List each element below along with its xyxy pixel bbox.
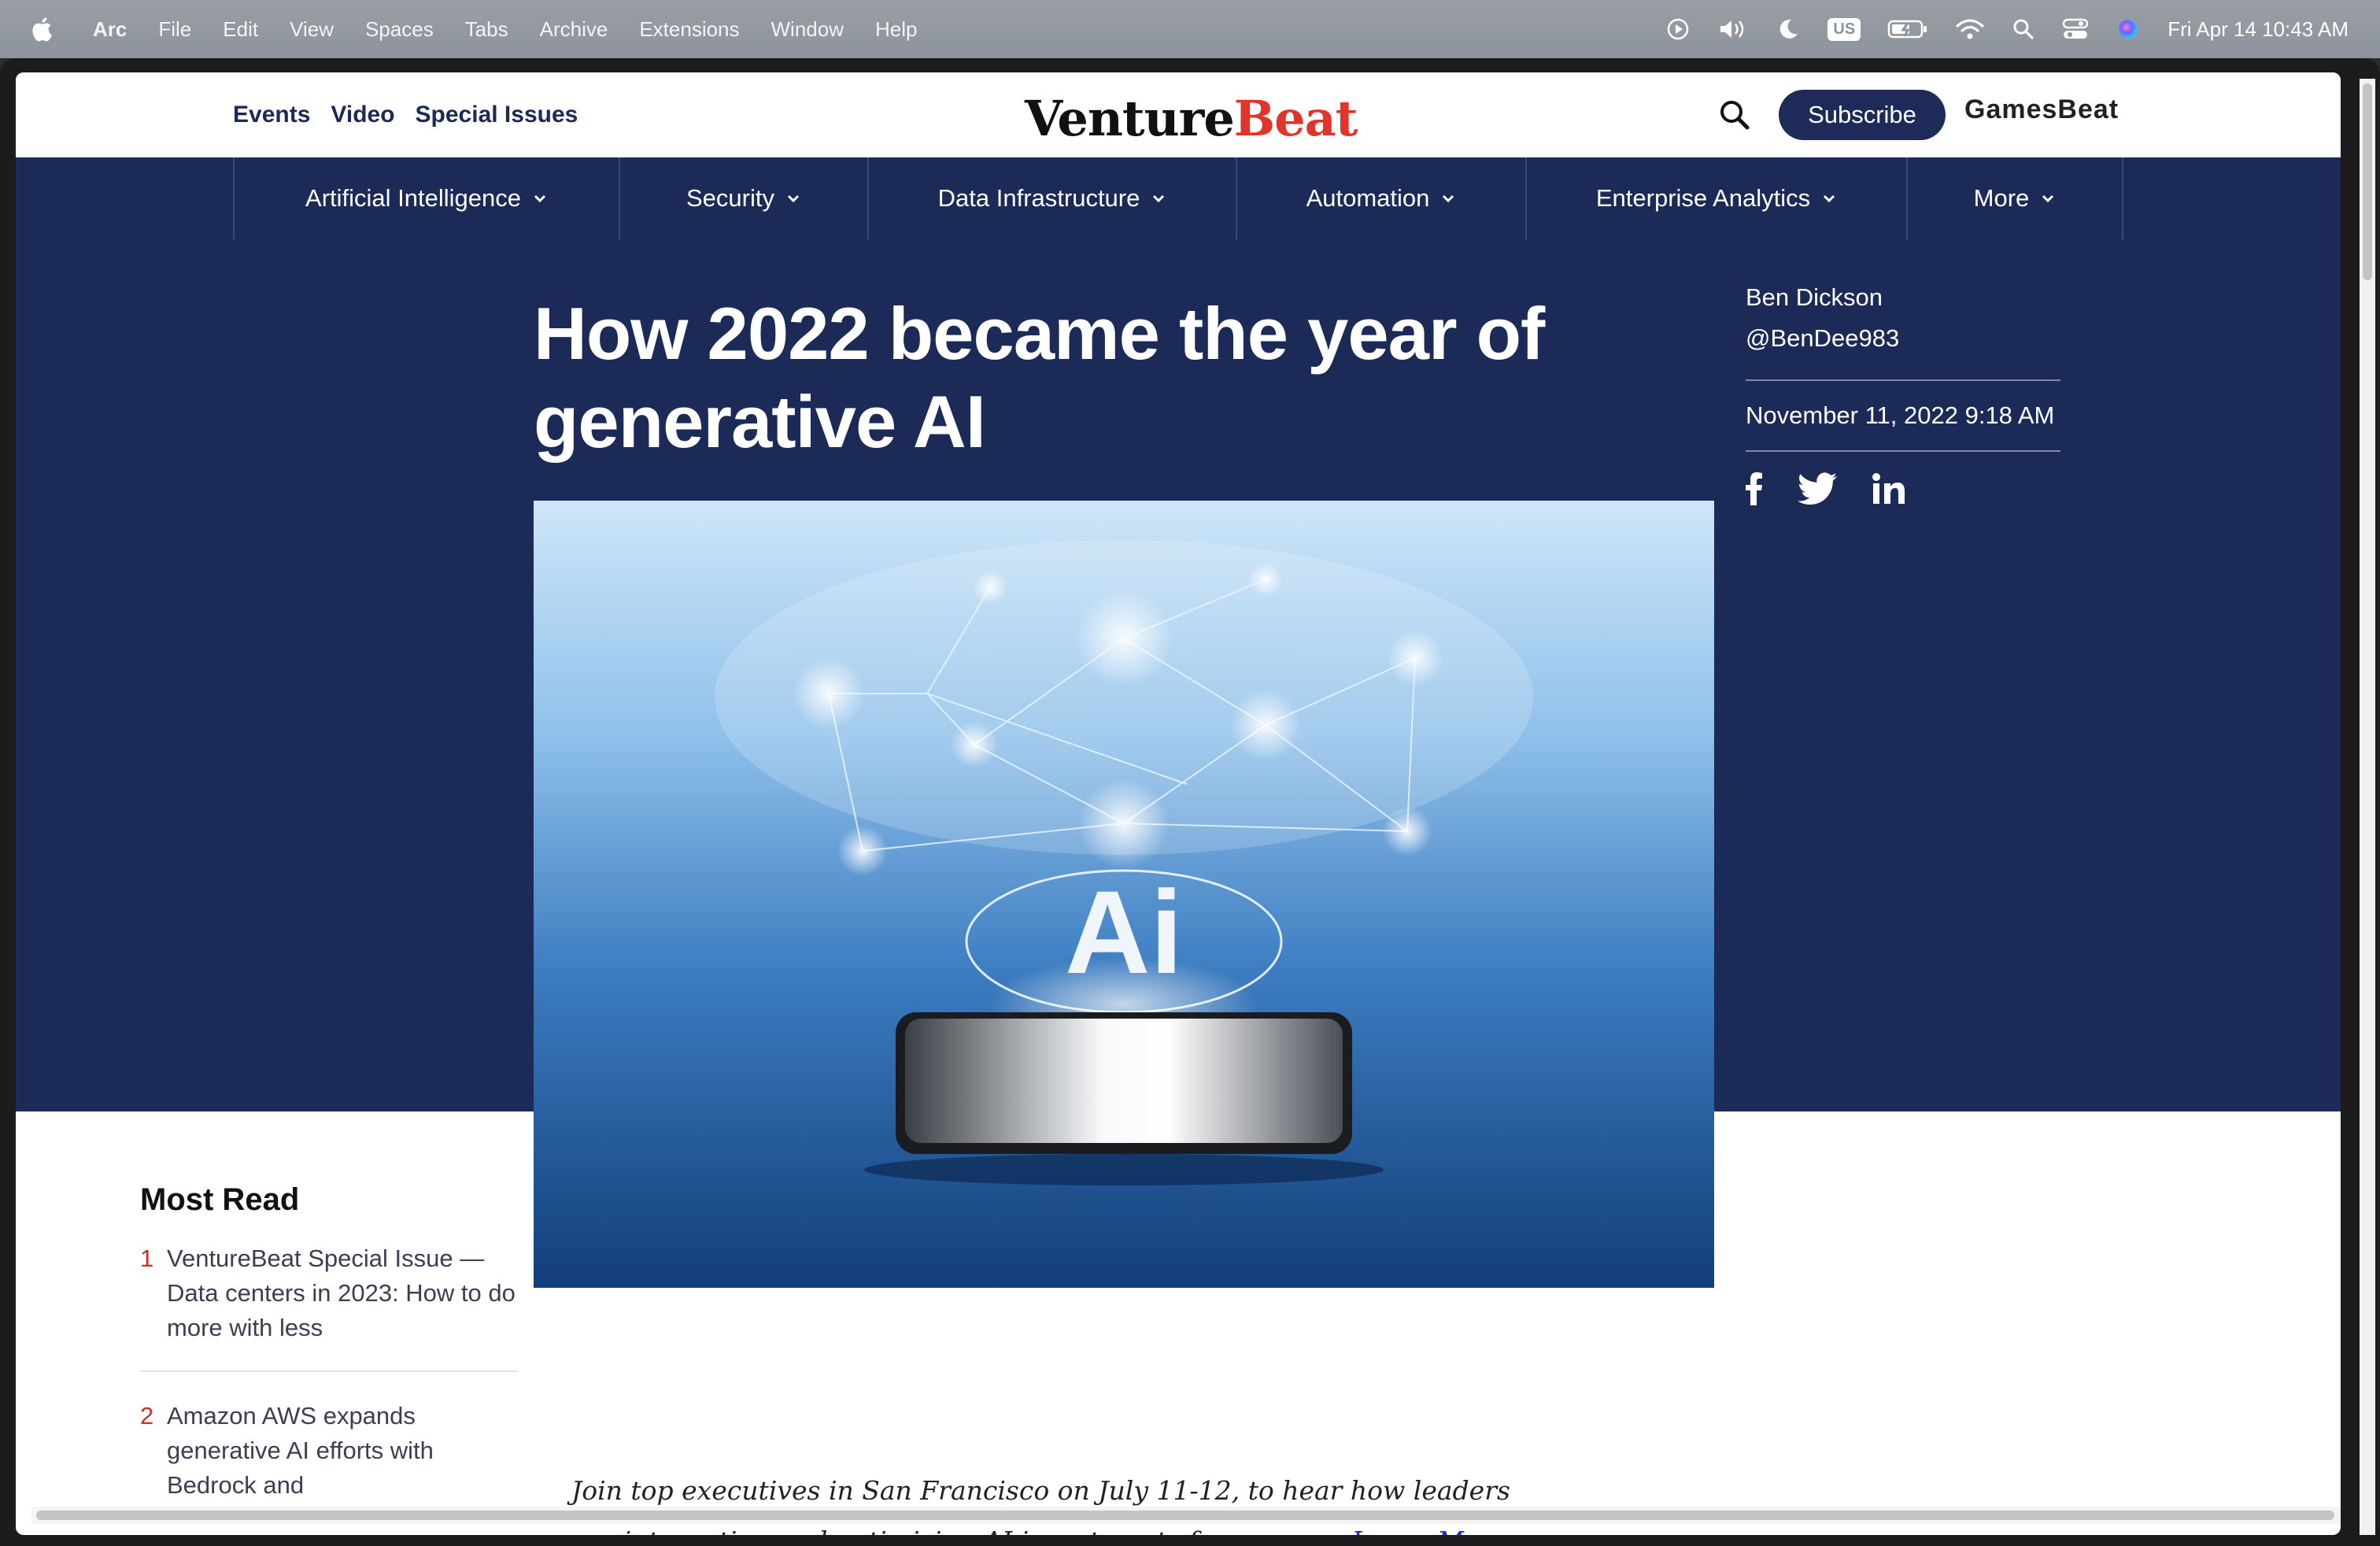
menu-extensions[interactable]: Extensions xyxy=(639,17,739,42)
chevron-down-icon xyxy=(1443,194,1454,203)
logo-beat: Beat xyxy=(1233,90,1358,147)
link-events[interactable]: Events xyxy=(233,102,310,128)
most-read-item[interactable]: 1 VentureBeat Special Issue — Data cente… xyxy=(140,1241,518,1372)
menu-file[interactable]: File xyxy=(158,17,191,42)
nav-label: Enterprise Analytics xyxy=(1595,184,1811,212)
menu-help[interactable]: Help xyxy=(875,17,917,42)
play-icon[interactable] xyxy=(1665,17,1691,42)
item-title[interactable]: VentureBeat Special Issue — Data centers… xyxy=(167,1241,518,1345)
subscribe-button[interactable]: Subscribe xyxy=(1779,90,1946,140)
gamesbeat-link[interactable]: GamesBeat xyxy=(1964,94,2119,125)
twitter-icon[interactable] xyxy=(1798,472,1837,505)
item-number: 2 xyxy=(140,1402,154,1429)
scroll-thumb[interactable] xyxy=(2363,83,2372,280)
site-header: Events Video Special Issues VentureBeat … xyxy=(16,72,2341,157)
menu-app-name[interactable]: Arc xyxy=(93,17,127,42)
item-number: 1 xyxy=(140,1245,154,1272)
clock[interactable]: Fri Apr 14 10:43 AM xyxy=(2168,17,2349,42)
publish-date: November 11, 2022 9:18 AM xyxy=(1746,401,2055,429)
horizontal-scrollbar[interactable] xyxy=(31,1507,2341,1524)
volume-icon[interactable] xyxy=(1717,17,1749,42)
chevron-down-icon xyxy=(787,194,800,203)
top-links: Events Video Special Issues xyxy=(233,72,578,157)
linkedin-icon[interactable] xyxy=(1872,472,1906,505)
social-share xyxy=(1746,472,2060,505)
search-icon[interactable] xyxy=(1716,96,1754,134)
web-page: Events Video Special Issues VentureBeat … xyxy=(16,72,2341,1535)
menu-spaces[interactable]: Spaces xyxy=(365,17,434,42)
category-nav: Artificial Intelligence Security Data In… xyxy=(16,157,2341,241)
link-special-issues[interactable]: Special Issues xyxy=(416,102,578,128)
scroll-thumb[interactable] xyxy=(36,1511,2334,1520)
wifi-icon[interactable] xyxy=(1955,17,1985,42)
author-name[interactable]: Ben Dickson xyxy=(1746,277,2060,318)
menu-window[interactable]: Window xyxy=(771,17,844,42)
menu-archive[interactable]: Archive xyxy=(540,17,608,42)
nav-more[interactable]: More xyxy=(1908,157,2123,239)
item-title[interactable]: Amazon AWS expands generative AI efforts… xyxy=(167,1399,518,1503)
chevron-down-icon xyxy=(1824,194,1835,203)
vertical-scrollbar[interactable] xyxy=(2360,79,2375,1535)
spotlight-icon[interactable] xyxy=(2012,17,2035,41)
macos-menu-bar: Arc File Edit View Spaces Tabs Archive E… xyxy=(0,0,2380,58)
menu-tabs[interactable]: Tabs xyxy=(465,17,508,42)
venturebeat-logo[interactable]: VentureBeat xyxy=(1025,90,1358,147)
chevron-down-icon xyxy=(1153,194,1165,203)
status-area: US Fri Apr 14 10:43 AM xyxy=(1665,0,2349,58)
menu-view[interactable]: View xyxy=(290,17,334,42)
link-video[interactable]: Video xyxy=(331,102,394,128)
browser-window: Events Video Special Issues VentureBeat … xyxy=(0,58,2380,1546)
menu-edit[interactable]: Edit xyxy=(223,17,258,42)
nav-enterprise-analytics[interactable]: Enterprise Analytics xyxy=(1527,157,1908,239)
event-promo: Join top executives in San Francisco on … xyxy=(571,1466,1516,1535)
chevron-down-icon xyxy=(2042,194,2054,203)
nav-label: Data Infrastructure xyxy=(937,184,1140,212)
most-read-title: Most Read xyxy=(140,1182,300,1217)
control-center-icon[interactable] xyxy=(2062,17,2089,41)
moon-icon[interactable] xyxy=(1776,17,1801,42)
keyboard-icon[interactable]: US xyxy=(1828,17,1861,41)
article-headline: How 2022 became the year of generative A… xyxy=(534,292,1545,463)
most-read: Most Read 1 VentureBeat Special Issue — … xyxy=(140,1182,518,1535)
learn-more-link[interactable]: Learn More xyxy=(1352,1526,1508,1535)
author-handle[interactable]: @BenDee983 xyxy=(1746,318,2060,359)
divider xyxy=(1746,450,2060,452)
nav-label: Automation xyxy=(1306,184,1430,212)
nav-label: Artificial Intelligence xyxy=(305,184,521,212)
siri-icon[interactable] xyxy=(2116,17,2141,42)
nav-label: Security xyxy=(686,184,774,212)
apple-icon[interactable] xyxy=(30,16,57,43)
battery-icon[interactable] xyxy=(1887,18,1928,40)
divider xyxy=(1746,379,2060,381)
chevron-down-icon xyxy=(534,194,546,203)
nav-data-infrastructure[interactable]: Data Infrastructure xyxy=(869,157,1237,239)
facebook-icon[interactable] xyxy=(1746,472,1763,505)
nav-security[interactable]: Security xyxy=(620,157,869,239)
byline: Ben Dickson @BenDee983 November 11, 2022… xyxy=(1746,277,2060,505)
hero-image: Ai xyxy=(534,501,1714,1288)
category-list: Artificial Intelligence Security Data In… xyxy=(233,157,2123,239)
nav-automation[interactable]: Automation xyxy=(1237,157,1527,239)
logo-venture: Venture xyxy=(1025,90,1235,147)
nav-artificial-intelligence[interactable]: Artificial Intelligence xyxy=(235,157,620,239)
nav-label: More xyxy=(1973,184,2030,212)
